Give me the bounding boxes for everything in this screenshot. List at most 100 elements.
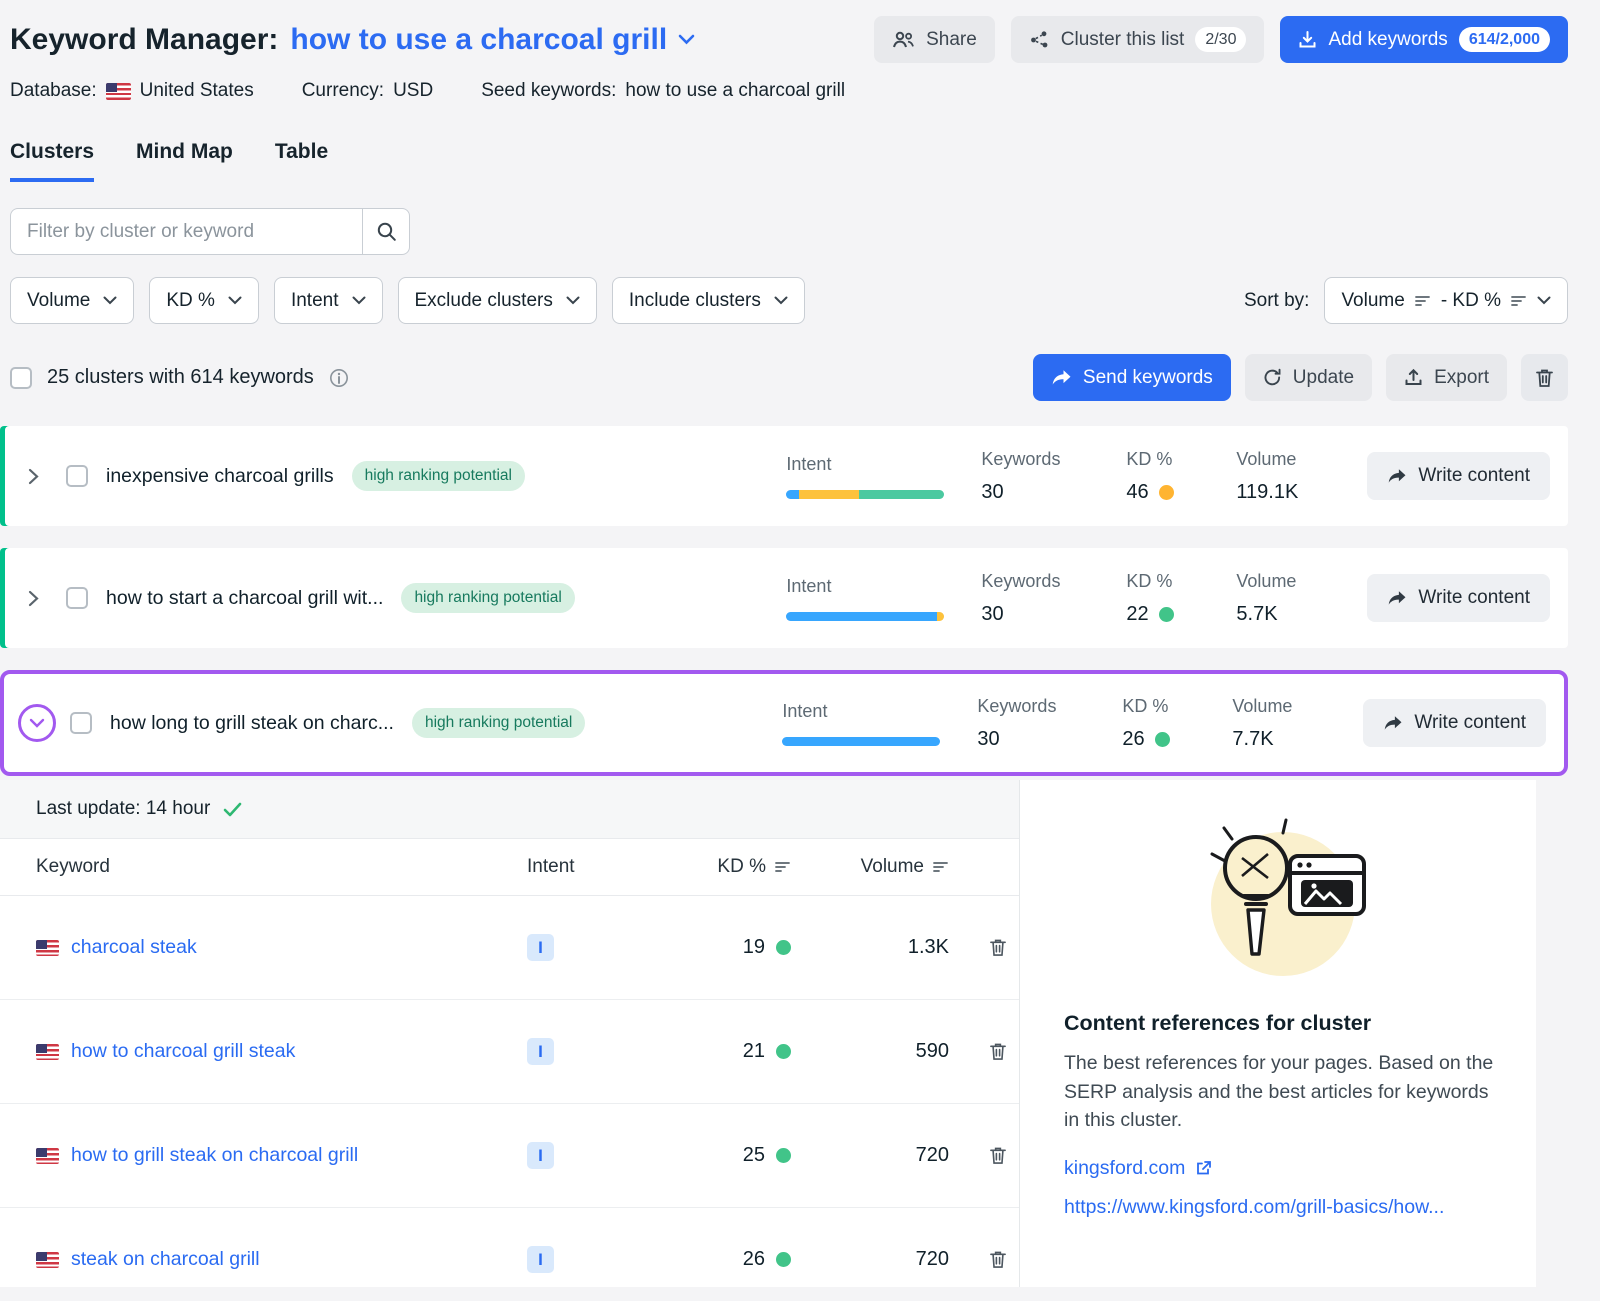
intent-badge[interactable]: I <box>527 934 554 961</box>
ranking-potential-badge: high ranking potential <box>401 583 574 613</box>
search-button[interactable] <box>362 208 410 255</box>
include-clusters-dropdown[interactable]: Include clusters <box>612 277 805 324</box>
column-header-volume[interactable]: Volume <box>791 856 949 878</box>
kd-filter-dropdown[interactable]: KD % <box>149 277 259 324</box>
intent-badge[interactable]: I <box>527 1142 554 1169</box>
kd-value: 46 <box>1126 481 1148 504</box>
us-flag-icon <box>36 1252 59 1268</box>
write-content-button[interactable]: Write content <box>1367 574 1550 622</box>
volume-value: 720 <box>791 1248 949 1271</box>
expand-cluster-button[interactable] <box>0 426 66 526</box>
chevron-down-icon <box>352 296 366 305</box>
keyword-link[interactable]: charcoal steak <box>71 936 197 959</box>
info-icon[interactable] <box>329 368 349 388</box>
cluster-keywords-table: Last update: 14 hour Keyword Intent KD %… <box>0 780 1020 1287</box>
cluster-name[interactable]: how long to grill steak on charc... <box>110 712 394 735</box>
cluster-filter-input[interactable] <box>10 208 362 255</box>
references-title: Content references for cluster <box>1064 1011 1496 1036</box>
delete-clusters-button[interactable] <box>1521 354 1568 401</box>
page-title-text: Keyword Manager: <box>10 23 278 57</box>
send-keywords-button[interactable]: Send keywords <box>1033 354 1231 401</box>
chevron-down-icon <box>678 34 695 45</box>
seed-keywords-label: Seed keywords: <box>481 80 616 102</box>
seed-keywords-value: how to use a charcoal grill <box>625 80 845 102</box>
select-all-checkbox[interactable] <box>10 367 32 389</box>
sort-bars-icon <box>1511 295 1527 307</box>
kd-column: KD % 46 <box>1126 449 1236 504</box>
sort-bars-icon <box>933 861 949 873</box>
kd-value: 26 <box>1122 728 1144 751</box>
share-icon <box>892 31 915 48</box>
ranking-potential-badge: high ranking potential <box>412 708 585 738</box>
column-header-intent[interactable]: Intent <box>527 856 639 878</box>
keyword-link[interactable]: steak on charcoal grill <box>71 1248 260 1271</box>
last-update-bar: Last update: 14 hour <box>0 780 1019 839</box>
column-header-keyword[interactable]: Keyword <box>36 856 527 878</box>
kd-value: 25 <box>743 1144 765 1167</box>
intent-filter-dropdown[interactable]: Intent <box>274 277 383 324</box>
reference-domain-link[interactable]: kingsford.com <box>1064 1157 1185 1180</box>
bulk-actions: Send keywords Update Export <box>1033 354 1568 401</box>
keyword-link[interactable]: how to grill steak on charcoal grill <box>71 1144 358 1167</box>
kd-label: KD % <box>1126 449 1236 470</box>
keyword-link[interactable]: how to charcoal grill steak <box>71 1040 295 1063</box>
cluster-name[interactable]: how to start a charcoal grill wit... <box>106 587 383 610</box>
keyword-manager-page: Keyword Manager: how to use a charcoal g… <box>0 0 1600 401</box>
collapse-cluster-button[interactable] <box>4 674 70 772</box>
list-name-dropdown[interactable]: how to use a charcoal grill <box>290 23 695 57</box>
tab-mind-map[interactable]: Mind Map <box>136 140 233 182</box>
tab-clusters[interactable]: Clusters <box>10 140 94 182</box>
write-content-button[interactable]: Write content <box>1367 452 1550 500</box>
cluster-this-list-label: Cluster this list <box>1061 29 1185 51</box>
intent-badge[interactable]: I <box>527 1246 554 1273</box>
chevron-down-icon <box>774 296 788 305</box>
delete-keyword-button[interactable] <box>985 1038 1011 1065</box>
kd-dot <box>1159 485 1174 500</box>
header-actions: Share Cluster this list 2/30 Add keyword… <box>874 16 1568 63</box>
chevron-down-icon <box>566 296 580 305</box>
cluster-name[interactable]: inexpensive charcoal grills <box>106 465 334 488</box>
keywords-value: 30 <box>977 728 1122 751</box>
download-icon <box>1298 30 1317 49</box>
external-link-icon <box>1195 1160 1212 1177</box>
us-flag-icon <box>36 940 59 956</box>
column-header-kd[interactable]: KD % <box>639 856 791 878</box>
page-header: Keyword Manager: how to use a charcoal g… <box>10 16 1568 63</box>
cluster-checkbox[interactable] <box>66 587 88 609</box>
keywords-column: Keywords 30 <box>981 449 1126 504</box>
sort-dropdown[interactable]: Volume - KD % <box>1324 277 1568 324</box>
intent-filter-label: Intent <box>291 290 339 312</box>
volume-column: Volume 5.7K <box>1236 571 1361 626</box>
update-button[interactable]: Update <box>1245 354 1372 401</box>
expand-cluster-button[interactable] <box>0 548 66 648</box>
delete-keyword-button[interactable] <box>985 1246 1011 1273</box>
delete-keyword-button[interactable] <box>985 934 1011 961</box>
cluster-checkbox[interactable] <box>70 712 92 734</box>
tab-table[interactable]: Table <box>275 140 328 182</box>
write-content-button[interactable]: Write content <box>1363 699 1546 747</box>
volume-filter-dropdown[interactable]: Volume <box>10 277 134 324</box>
send-keywords-label: Send keywords <box>1083 367 1213 389</box>
cluster-this-list-button[interactable]: Cluster this list 2/30 <box>1011 16 1265 63</box>
view-tabs: Clusters Mind Map Table <box>10 140 1568 182</box>
volume-column: Volume 119.1K <box>1236 449 1361 504</box>
ranking-potential-badge: high ranking potential <box>352 461 525 491</box>
cluster-list: inexpensive charcoal grills high ranking… <box>0 426 1600 1287</box>
kd-column: KD % 22 <box>1126 571 1236 626</box>
keyword-row: how to grill steak on charcoal grill I 2… <box>0 1104 1019 1208</box>
share-button[interactable]: Share <box>874 16 995 63</box>
trash-icon <box>989 1042 1007 1061</box>
export-button[interactable]: Export <box>1386 354 1507 401</box>
intent-badge[interactable]: I <box>527 1038 554 1065</box>
last-update-text: Last update: 14 hour <box>36 798 210 820</box>
reference-domain-row: kingsford.com <box>1064 1157 1496 1180</box>
cluster-count-badge: 2/30 <box>1195 27 1246 53</box>
keyword-row: steak on charcoal grill I 26 720 <box>0 1208 1019 1287</box>
exclude-clusters-dropdown[interactable]: Exclude clusters <box>398 277 597 324</box>
delete-keyword-button[interactable] <box>985 1142 1011 1169</box>
reference-url-link[interactable]: https://www.kingsford.com/grill-basics/h… <box>1064 1196 1496 1219</box>
cluster-checkbox[interactable] <box>66 465 88 487</box>
chevron-down-circle-icon <box>18 704 56 742</box>
content-references-panel: Content references for cluster The best … <box>1020 780 1536 1287</box>
add-keywords-button[interactable]: Add keywords 614/2,000 <box>1280 16 1568 63</box>
